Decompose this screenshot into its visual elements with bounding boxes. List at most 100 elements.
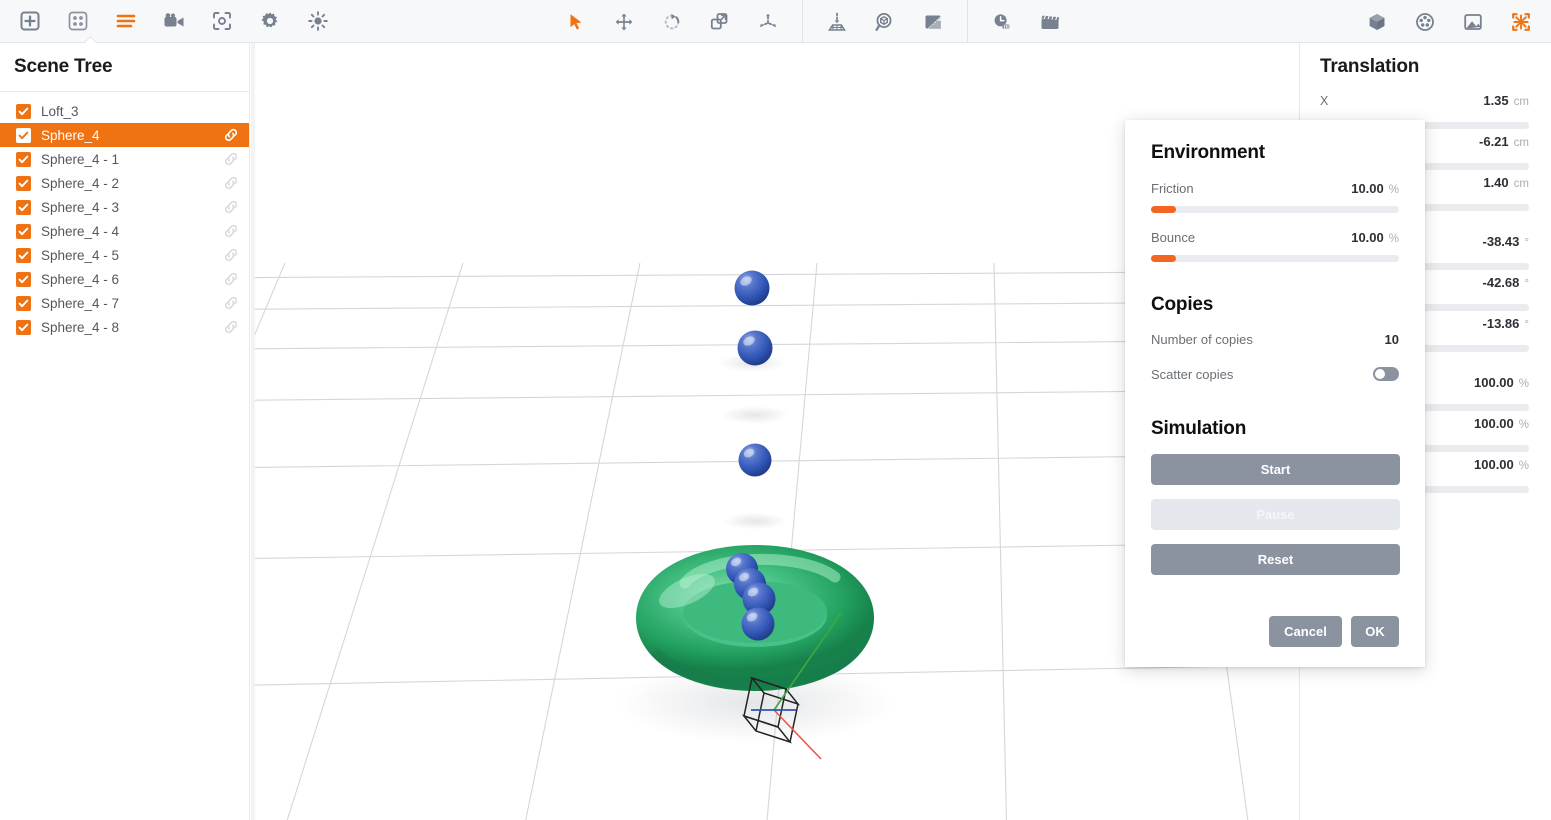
- tree-item-label: Loft_3: [41, 104, 79, 119]
- link-icon[interactable]: [223, 223, 239, 239]
- scene-tree-sidebar: Scene Tree Loft_3 Sphere_4 Sphere_4 - 1 Sph…: [0, 43, 250, 820]
- ok-button[interactable]: OK: [1351, 616, 1399, 647]
- visibility-checkbox[interactable]: [16, 272, 31, 287]
- tree-item-loft-3[interactable]: Loft_3: [0, 99, 249, 123]
- transform-icon[interactable]: [750, 4, 786, 40]
- visibility-checkbox[interactable]: [16, 200, 31, 215]
- tree-item-sphere-4-3[interactable]: Sphere_4 - 3: [0, 195, 249, 219]
- top-toolbar: [0, 0, 1551, 43]
- tree-item-sphere-4-8[interactable]: Sphere_4 - 8: [0, 315, 249, 339]
- link-icon[interactable]: [223, 175, 239, 191]
- bounce-unit: %: [1389, 233, 1399, 245]
- reset-button[interactable]: Reset: [1151, 544, 1400, 575]
- environment-dialog: Environment Friction 10.00 % Bounce: [1125, 120, 1425, 667]
- link-icon[interactable]: [223, 127, 239, 143]
- visibility-checkbox[interactable]: [16, 224, 31, 239]
- video-camera-icon[interactable]: [156, 3, 192, 39]
- layout-grid-icon[interactable]: [60, 3, 96, 39]
- tree-item-sphere-4[interactable]: Sphere_4: [0, 123, 249, 147]
- field-unit: cm: [1514, 137, 1529, 149]
- tree-item-sphere-4-1[interactable]: Sphere_4 - 1: [0, 147, 249, 171]
- tree-item-sphere-4-2[interactable]: Sphere_4 - 2: [0, 171, 249, 195]
- toolbar-divider-2: [967, 0, 968, 43]
- tree-item-sphere-4-5[interactable]: Sphere_4 - 5: [0, 243, 249, 267]
- tree-item-sphere-4-6[interactable]: Sphere_4 - 6: [0, 267, 249, 291]
- field-value[interactable]: -13.86: [1483, 316, 1520, 331]
- select-cursor-icon[interactable]: [558, 4, 594, 40]
- field-value[interactable]: -42.68: [1483, 275, 1520, 290]
- scale-icon[interactable]: [702, 4, 738, 40]
- tree-item-label: Sphere_4 - 4: [41, 224, 119, 239]
- menu-icon[interactable]: [108, 3, 144, 39]
- tree-item-label: Sphere_4 - 6: [41, 272, 119, 287]
- scene-tree-list: Loft_3 Sphere_4 Sphere_4 - 1 Sphere_4 - 2 Sp…: [0, 92, 249, 339]
- number-of-copies-value[interactable]: 10: [1385, 332, 1399, 347]
- zoom-to-object-icon[interactable]: [867, 4, 903, 40]
- visibility-checkbox[interactable]: [16, 296, 31, 311]
- friction-value: 10.00: [1351, 181, 1384, 196]
- tree-item-sphere-4-7[interactable]: Sphere_4 - 7: [0, 291, 249, 315]
- link-icon[interactable]: [223, 151, 239, 167]
- scatter-copies-label: Scatter copies: [1151, 367, 1233, 382]
- visibility-checkbox[interactable]: [16, 128, 31, 143]
- light-bulb-icon[interactable]: [300, 3, 336, 39]
- tree-item-label: Sphere_4: [41, 128, 100, 143]
- field-value[interactable]: -38.43: [1483, 234, 1520, 249]
- field-unit: %: [1519, 460, 1529, 472]
- drop-to-floor-icon[interactable]: [819, 4, 855, 40]
- toolbar-left-group: [0, 0, 342, 43]
- sidebar-title: Scene Tree: [0, 43, 249, 91]
- tree-item-sphere-4-4[interactable]: Sphere_4 - 4: [0, 219, 249, 243]
- history-clock-icon[interactable]: [984, 4, 1020, 40]
- bounce-value: 10.00: [1351, 230, 1384, 245]
- sphere-instance: [735, 271, 770, 306]
- visibility-checkbox[interactable]: [16, 152, 31, 167]
- move-icon[interactable]: [606, 4, 642, 40]
- start-button[interactable]: Start: [1151, 454, 1400, 485]
- link-icon[interactable]: [223, 295, 239, 311]
- field-value[interactable]: 1.40: [1483, 175, 1508, 190]
- toolbar-divider-1: [802, 0, 803, 43]
- bounce-slider[interactable]: [1151, 255, 1399, 262]
- rotate-icon[interactable]: [654, 4, 690, 40]
- clapperboard-icon[interactable]: [1032, 4, 1068, 40]
- link-icon[interactable]: [223, 199, 239, 215]
- field-unit: %: [1519, 419, 1529, 431]
- field-value[interactable]: -6.21: [1479, 134, 1509, 149]
- fullscreen-expand-icon[interactable]: [1503, 4, 1539, 40]
- cancel-button[interactable]: Cancel: [1269, 616, 1342, 647]
- friction-field: Friction 10.00 %: [1151, 181, 1399, 213]
- field-value[interactable]: 100.00: [1474, 375, 1514, 390]
- friction-slider[interactable]: [1151, 206, 1399, 213]
- number-of-copies-row: Number of copies 10: [1151, 327, 1399, 351]
- scatter-copies-row: Scatter copies: [1151, 362, 1399, 386]
- shading-icon[interactable]: [915, 4, 951, 40]
- background-image-icon[interactable]: [1455, 4, 1491, 40]
- field-value[interactable]: 1.35: [1483, 93, 1508, 108]
- panel-title: Translation: [1300, 43, 1551, 88]
- toolbar-right-group: [1353, 0, 1545, 43]
- friction-slider-fill: [1151, 206, 1176, 213]
- link-icon[interactable]: [223, 271, 239, 287]
- focus-frame-icon[interactable]: [204, 3, 240, 39]
- visibility-checkbox[interactable]: [16, 176, 31, 191]
- environment-heading: Environment: [1151, 142, 1399, 164]
- link-icon[interactable]: [223, 247, 239, 263]
- friction-unit: %: [1389, 184, 1399, 196]
- bounce-label: Bounce: [1151, 230, 1195, 245]
- field-value[interactable]: 100.00: [1474, 416, 1514, 431]
- field-unit: °: [1524, 278, 1529, 290]
- tree-item-label: Sphere_4 - 5: [41, 248, 119, 263]
- link-icon[interactable]: [223, 319, 239, 335]
- field-value[interactable]: 100.00: [1474, 457, 1514, 472]
- visibility-checkbox[interactable]: [16, 248, 31, 263]
- visibility-checkbox[interactable]: [16, 104, 31, 119]
- sphere-texture-icon[interactable]: [1407, 4, 1443, 40]
- tree-item-label: Sphere_4 - 2: [41, 176, 119, 191]
- field-unit: cm: [1514, 96, 1529, 108]
- visibility-checkbox[interactable]: [16, 320, 31, 335]
- cube-view-icon[interactable]: [1359, 4, 1395, 40]
- add-object-icon[interactable]: [12, 3, 48, 39]
- scatter-copies-toggle[interactable]: [1373, 367, 1399, 381]
- gear-icon[interactable]: [252, 3, 288, 39]
